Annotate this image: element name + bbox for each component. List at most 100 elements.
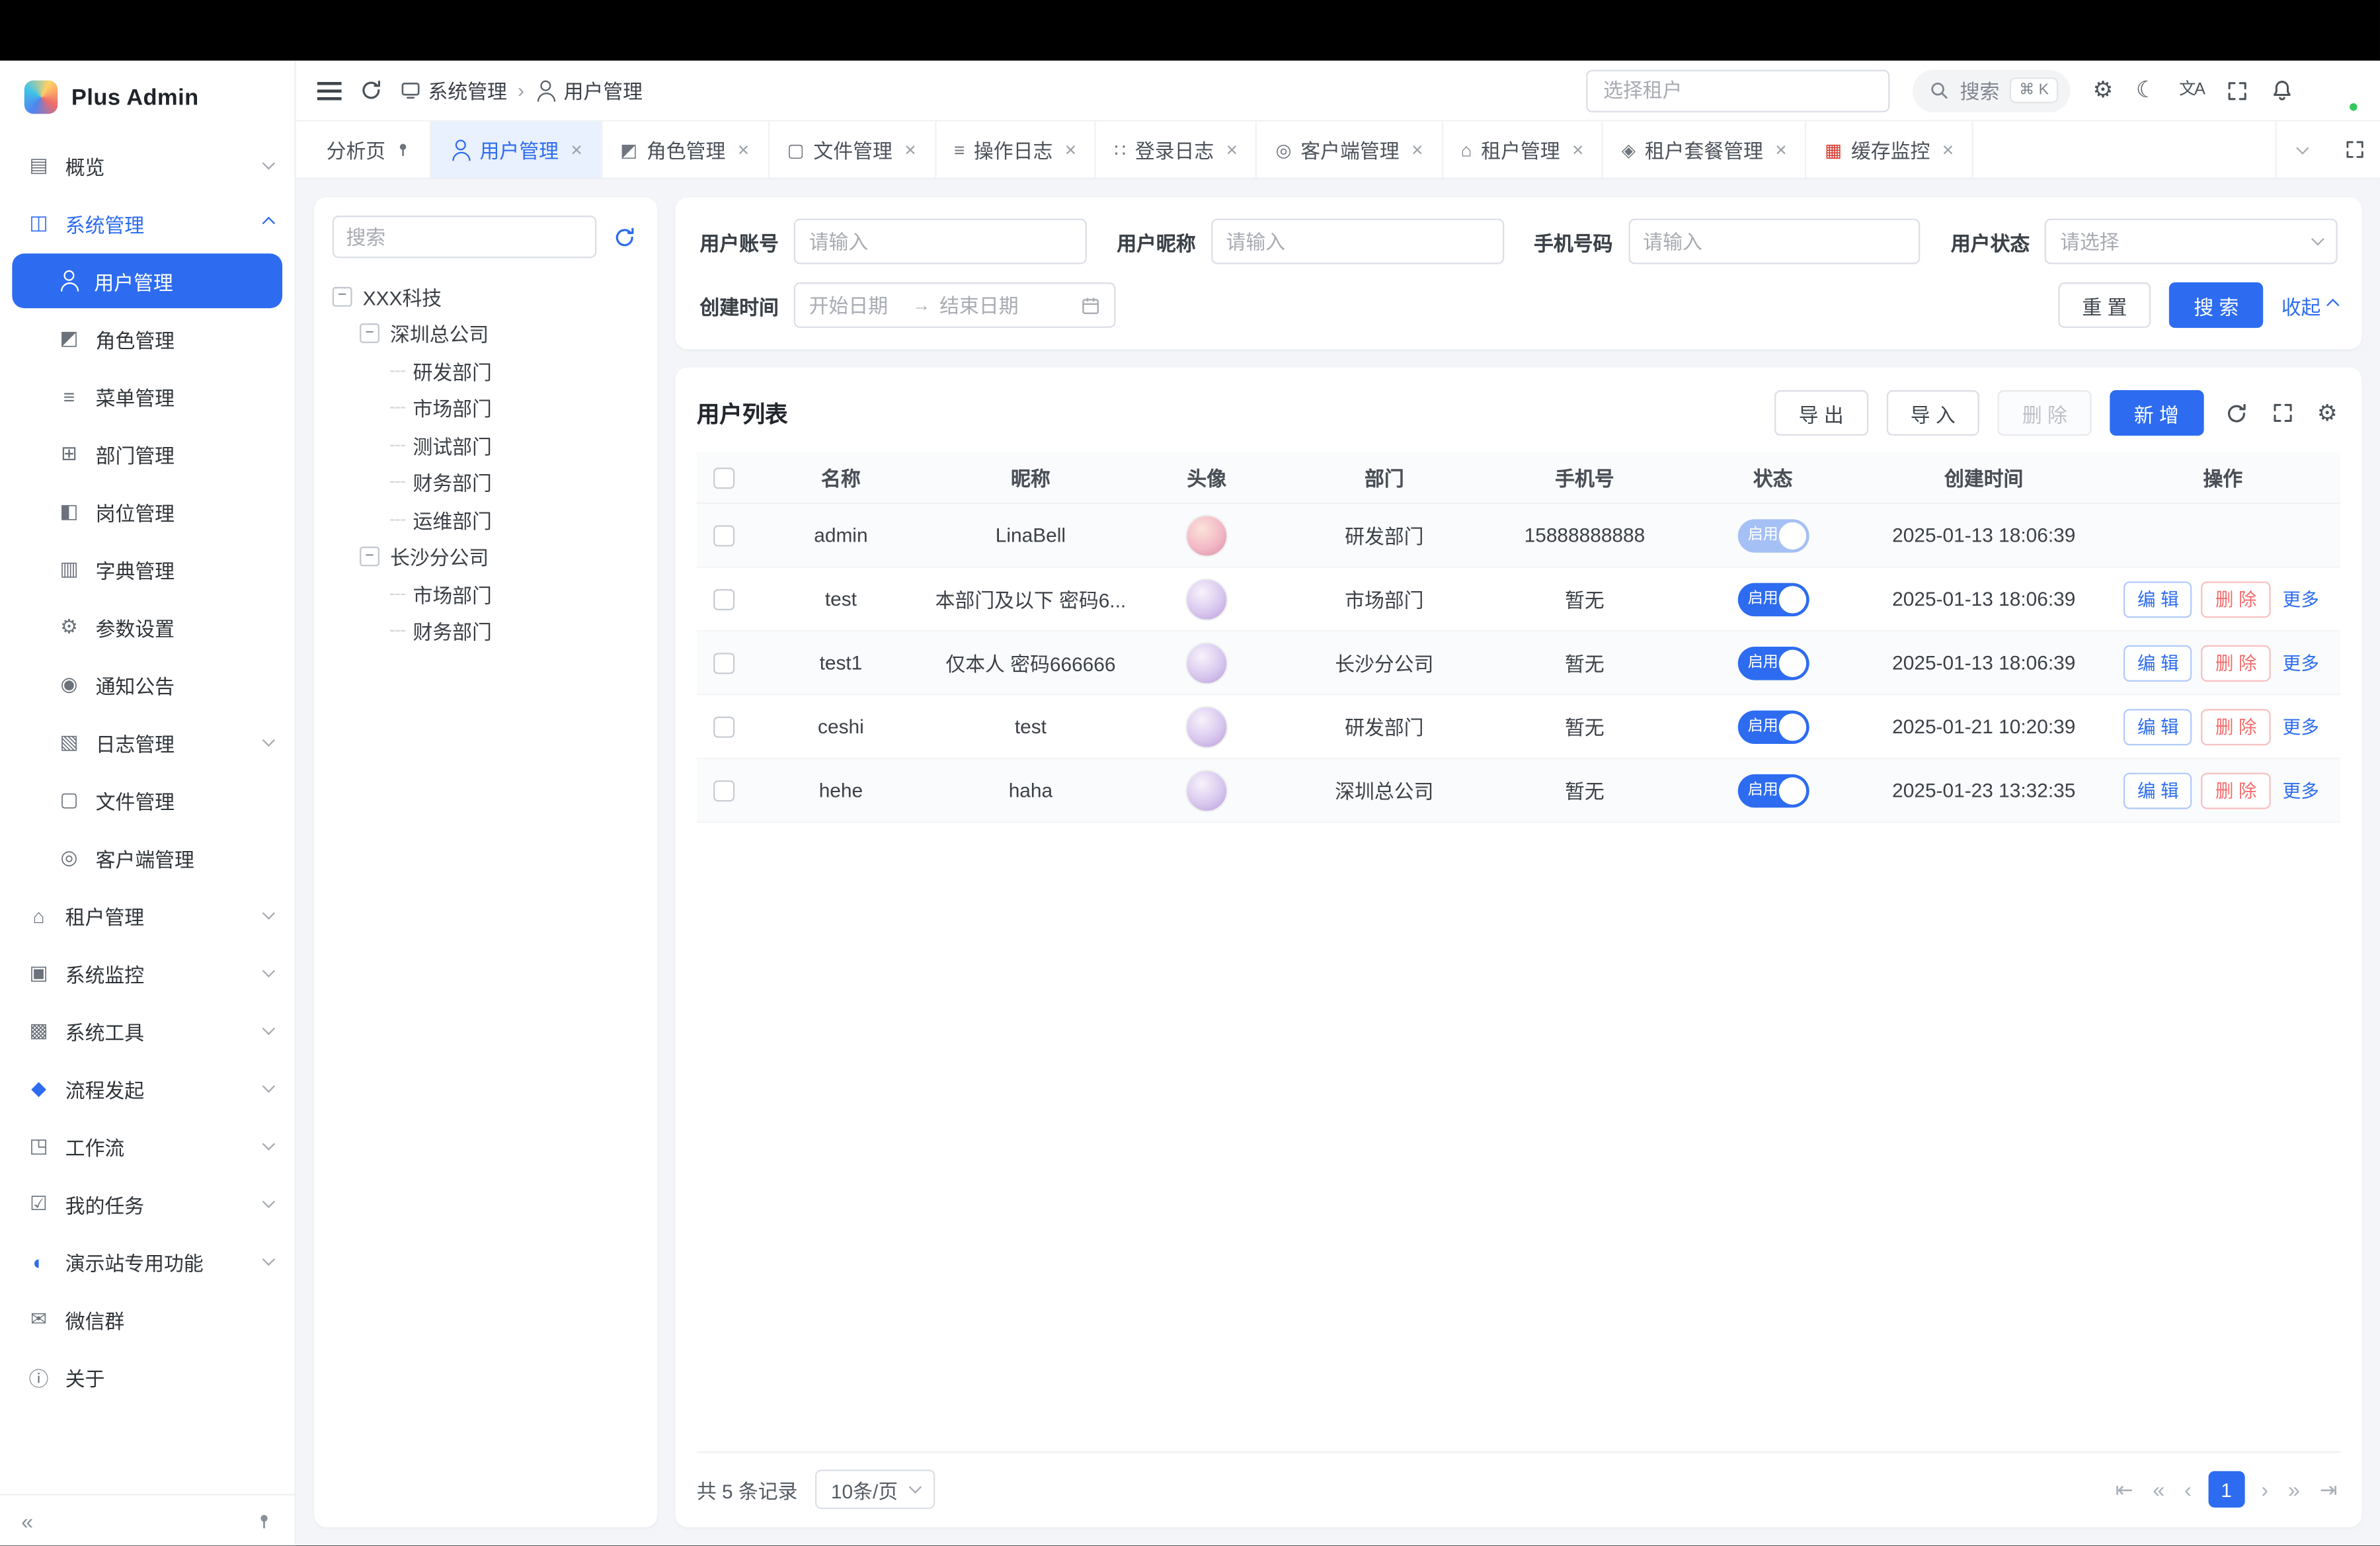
close-icon[interactable]: × [1411, 140, 1423, 159]
phone-input[interactable] [1643, 230, 1905, 253]
row-checkbox[interactable] [713, 653, 734, 674]
tab-tenant-package-management[interactable]: ◈ 租户套餐管理 × [1603, 122, 1806, 178]
row-checkbox[interactable] [713, 717, 734, 738]
breadcrumb-user-management[interactable]: 用户管理 [535, 76, 643, 105]
delete-button[interactable]: 删 除 [2202, 581, 2270, 617]
user-avatar[interactable] [2317, 69, 2359, 111]
nickname-input[interactable] [1226, 230, 1489, 253]
tree-node-finance-dept[interactable]: 财务部门 [333, 464, 639, 501]
row-checkbox[interactable] [713, 526, 734, 547]
sidebar-item-notice[interactable]: ◉ 通知公告 [0, 656, 294, 713]
bulk-delete-button[interactable]: 删 除 [1998, 390, 2091, 436]
account-input[interactable] [809, 230, 1072, 253]
sidebar-item-user-management[interactable]: 用户管理 [12, 253, 282, 308]
collapse-node-icon[interactable]: − [360, 324, 379, 344]
tab-client-management[interactable]: ◎ 客户端管理 × [1257, 122, 1443, 178]
close-icon[interactable]: × [1226, 140, 1238, 159]
sidebar-item-client-management[interactable]: ◎ 客户端管理 [0, 829, 294, 887]
sidebar-item-param-settings[interactable]: ⚙ 参数设置 [0, 598, 294, 656]
sidebar-item-overview[interactable]: ▤ 概览 [0, 137, 294, 194]
sidebar-item-log-management[interactable]: ▧ 日志管理 [0, 713, 294, 771]
collapse-node-icon[interactable]: − [333, 286, 352, 306]
collapse-filters-link[interactable]: 收起 [2281, 291, 2338, 320]
tab-role-management[interactable]: ◩ 角色管理 × [602, 122, 769, 178]
more-button[interactable]: 更多 [2280, 645, 2322, 681]
table-refresh-button[interactable] [2221, 401, 2250, 424]
column-settings-button[interactable]: ⚙ [2314, 399, 2340, 427]
collapse-sidebar-button[interactable]: « [21, 1508, 33, 1533]
table-fullscreen-button[interactable] [2268, 402, 2295, 423]
import-button[interactable]: 导 入 [1886, 390, 1979, 436]
pin-icon[interactable] [395, 142, 411, 158]
sidebar-item-file-management[interactable]: ▢ 文件管理 [0, 771, 294, 829]
sidebar-item-about[interactable]: ⓘ 关于 [0, 1348, 294, 1406]
tree-node-finance-dept-2[interactable]: 财务部门 [333, 612, 639, 649]
delete-button[interactable]: 删 除 [2202, 708, 2270, 745]
tree-refresh-button[interactable] [610, 222, 639, 251]
sidebar-item-dict-management[interactable]: ▥ 字典管理 [0, 540, 294, 598]
prev-page-button[interactable]: ‹ [2181, 1479, 2194, 1500]
jump-forward-button[interactable]: » [2285, 1479, 2303, 1500]
sidebar-item-demo-features[interactable]: ◐ 演示站专用功能 [0, 1233, 294, 1290]
status-toggle[interactable]: 启用 [1737, 518, 1809, 552]
row-checkbox[interactable] [713, 781, 734, 802]
sidebar-item-role-management[interactable]: ◩ 角色管理 [0, 309, 294, 367]
select-all-checkbox[interactable] [713, 468, 734, 489]
add-user-button[interactable]: 新 增 [2110, 390, 2203, 436]
sidebar-item-dept-management[interactable]: ⊞ 部门管理 [0, 425, 294, 483]
tab-tenant-management[interactable]: ⌂ 租户管理 × [1443, 122, 1603, 178]
export-button[interactable]: 导 出 [1774, 390, 1868, 436]
reset-button[interactable]: 重 置 [2058, 282, 2151, 328]
sidebar-item-workflow[interactable]: ◳ 工作流 [0, 1118, 294, 1175]
sidebar-item-system-tools[interactable]: ▩ 系统工具 [0, 1002, 294, 1059]
close-icon[interactable]: × [738, 140, 749, 159]
tree-node-company[interactable]: − XXX科技 [333, 278, 639, 315]
sidebar-item-wechat-group[interactable]: ✉ 微信群 [0, 1291, 294, 1348]
sidebar-item-system-management[interactable]: ◫ 系统管理 [0, 194, 294, 252]
tenant-select-input[interactable] [1587, 69, 1890, 111]
tab-user-management[interactable]: 用户管理 × [431, 122, 602, 178]
close-icon[interactable]: × [1065, 140, 1076, 159]
delete-button[interactable]: 删 除 [2202, 645, 2270, 681]
global-search-button[interactable]: 搜索 ⌘ K [1913, 69, 2070, 111]
last-page-button[interactable]: ⇥ [2317, 1479, 2340, 1500]
tabs-dropdown-button[interactable] [2277, 121, 2328, 179]
page-size-select[interactable]: 10条/页 [816, 1469, 934, 1509]
first-page-button[interactable]: ⇤ [2112, 1479, 2136, 1500]
tree-node-rd-dept[interactable]: 研发部门 [333, 352, 639, 389]
status-toggle[interactable]: 启用 [1737, 646, 1809, 680]
breadcrumb-system[interactable]: 系统管理 [401, 76, 507, 105]
next-page-button[interactable]: › [2258, 1479, 2272, 1500]
status-toggle[interactable]: 启用 [1737, 582, 1809, 616]
tab-operation-log[interactable]: ≡ 操作日志 × [935, 122, 1096, 178]
date-range-picker[interactable]: → [794, 282, 1116, 328]
fullscreen-button[interactable] [2227, 80, 2248, 101]
tab-file-management[interactable]: ▢ 文件管理 × [769, 122, 935, 178]
end-date-input[interactable] [939, 294, 1033, 316]
collapse-node-icon[interactable]: − [360, 547, 379, 567]
close-icon[interactable]: × [571, 140, 582, 159]
delete-button[interactable]: 删 除 [2202, 772, 2270, 808]
close-icon[interactable]: × [1775, 140, 1786, 159]
start-date-input[interactable] [809, 294, 903, 316]
tree-node-market-dept-2[interactable]: 市场部门 [333, 575, 639, 612]
current-page-button[interactable]: 1 [2208, 1471, 2244, 1508]
sidebar-item-system-monitor[interactable]: ▣ 系统监控 [0, 944, 294, 1002]
jump-back-button[interactable]: « [2150, 1479, 2168, 1500]
tab-analysis[interactable]: 分析页 [308, 122, 431, 178]
pin-sidebar-icon[interactable] [255, 1512, 274, 1530]
close-icon[interactable]: × [904, 140, 916, 159]
tab-cache-monitor[interactable]: ▦ 缓存监控 × [1807, 122, 1973, 178]
row-checkbox[interactable] [713, 589, 734, 610]
tree-search-input[interactable] [333, 216, 596, 258]
more-button[interactable]: 更多 [2280, 708, 2322, 745]
tree-node-market-dept[interactable]: 市场部门 [333, 389, 639, 427]
tree-node-shenzhen-hq[interactable]: − 深圳总公司 [333, 315, 639, 352]
dark-mode-moon-button[interactable]: ☾ [2136, 79, 2157, 101]
edit-button[interactable]: 编 辑 [2123, 581, 2192, 617]
tab-login-log[interactable]: ∷ 登录日志 × [1096, 122, 1257, 178]
sidebar-item-menu-management[interactable]: ≡ 菜单管理 [0, 368, 294, 425]
search-button[interactable]: 搜 索 [2170, 282, 2263, 328]
content-fullscreen-button[interactable] [2328, 121, 2380, 179]
more-button[interactable]: 更多 [2280, 772, 2322, 808]
